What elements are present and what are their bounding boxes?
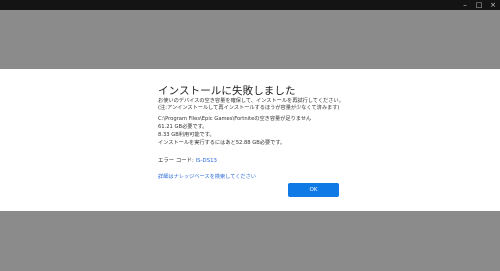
error-code-row: エラー コード: IS-DS13 (158, 156, 217, 164)
help-link[interactable]: 詳細はナレッジベースを検索してください (158, 173, 256, 180)
message-line-4: 61.21 GB必要です。 (158, 124, 208, 130)
dialog-title: インストールに失敗しました (158, 85, 296, 97)
close-icon[interactable]: × (489, 0, 497, 10)
message-line-2: (注:アンインストールして再インストールするほうが容量が少なくて済みます) (158, 105, 340, 111)
message-line-5: 8.33 GB利用可能です。 (158, 132, 215, 138)
error-dialog: インストールに失敗しました お使いのデバイスの空き容量を確保して、インストールを… (0, 69, 500, 211)
error-code-label: エラー コード: (158, 158, 194, 164)
minimize-icon[interactable]: – (461, 0, 469, 10)
error-code: IS-DS13 (195, 158, 217, 164)
window-titlebar: – □ × (0, 0, 500, 10)
maximize-icon[interactable]: □ (475, 0, 483, 10)
message-line-6: インストールを実行するにはあと52.88 GB必要です。 (158, 140, 286, 146)
message-line-3: C:\Program Files\Epic Games\Fortniteの空き容… (158, 116, 312, 122)
window-controls: – □ × (461, 0, 497, 10)
ok-button[interactable]: OK (288, 183, 339, 197)
message-line-1: お使いのデバイスの空き容量を確保して、インストールを再試行してください。 (158, 98, 344, 104)
